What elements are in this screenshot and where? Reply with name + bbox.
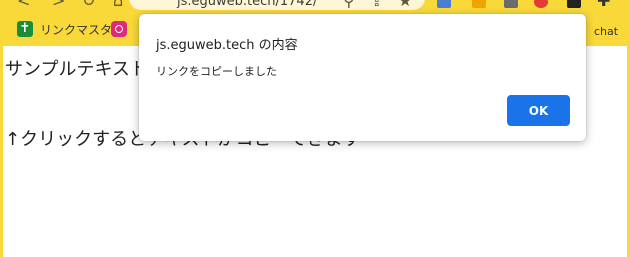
home-icon[interactable]: ⌂ [113, 0, 123, 9]
extension-a-icon[interactable] [437, 0, 451, 8]
extension-d-icon[interactable] [534, 0, 548, 8]
bookmark-instagram[interactable] [111, 20, 127, 38]
search-icon[interactable]: ⚲ [343, 0, 355, 9]
puzzle-icon[interactable]: ✚ [597, 0, 610, 9]
reload-icon[interactable]: ↻ [82, 0, 95, 9]
share-icon[interactable]: ⇪ [370, 0, 383, 9]
browser-window: < > ↻ ⌂ js.eguweb.tech/1742/ ⚲ ⇪ ★ ✚ ✝ リ… [0, 0, 630, 257]
green-cross-icon: ✝ [17, 21, 33, 37]
instagram-icon [111, 21, 127, 37]
extension-c-icon[interactable] [504, 0, 518, 8]
sample-text[interactable]: サンプルテキスト [5, 55, 148, 81]
alert-dialog: js.eguweb.tech の内容 リンクをコピーしました OK [139, 14, 586, 141]
bookmark-link-master[interactable]: ✝ リンクマスタ [17, 20, 112, 38]
browser-toolbar: < > ↻ ⌂ js.eguweb.tech/1742/ ⚲ ⇪ ★ ✚ [0, 0, 630, 12]
extension-e-icon[interactable] [567, 0, 581, 8]
bookmark-chat[interactable]: chat [594, 25, 618, 38]
ok-button[interactable]: OK [507, 95, 570, 126]
forward-icon[interactable]: > [52, 0, 65, 9]
address-text[interactable]: js.eguweb.tech/1742/ [177, 0, 317, 9]
back-icon[interactable]: < [17, 0, 30, 9]
dialog-message: リンクをコピーしました [156, 65, 277, 78]
window-border-left [0, 46, 3, 257]
bookmark-label: リンクマスタ [40, 22, 113, 37]
bookmark-star-icon[interactable]: ★ [398, 0, 412, 9]
extension-b-icon[interactable] [472, 0, 486, 8]
dialog-title: js.eguweb.tech の内容 [156, 38, 298, 53]
